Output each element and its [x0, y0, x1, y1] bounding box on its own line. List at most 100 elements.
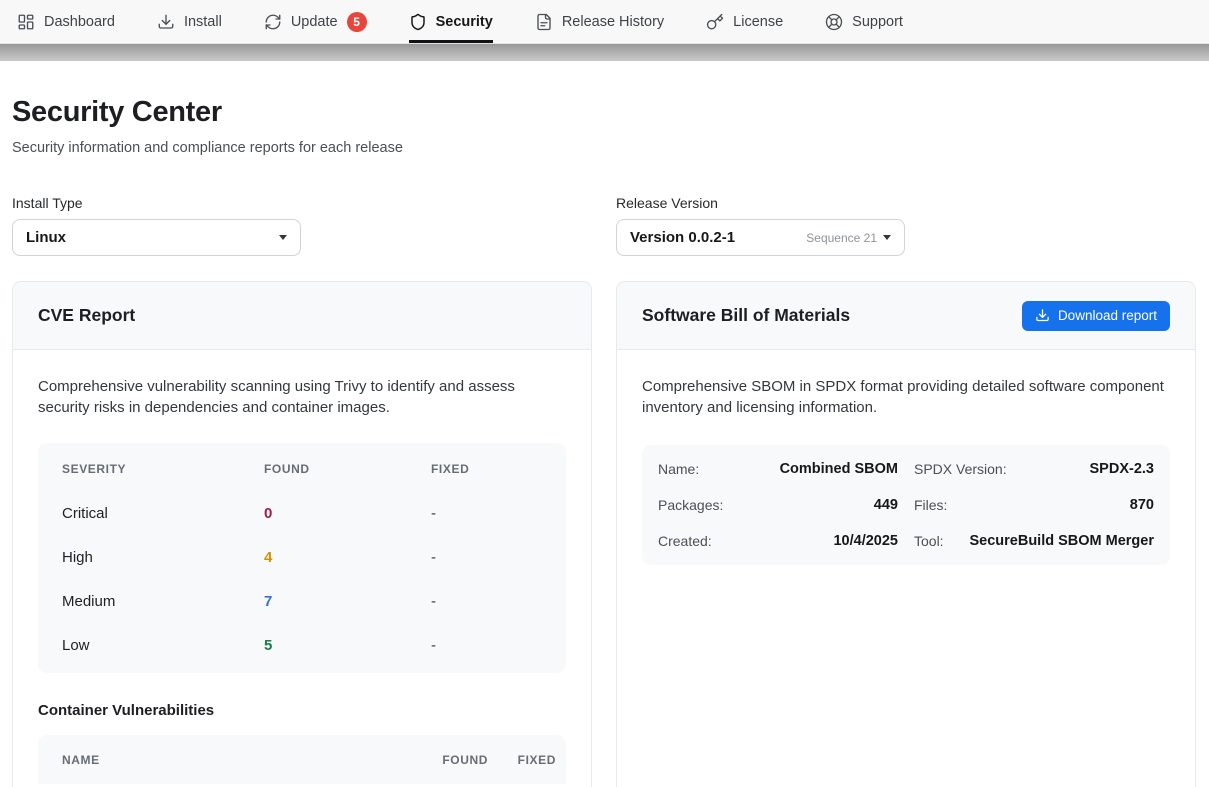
- sbom-spdx-version-label: SPDX Version:: [914, 461, 1007, 477]
- sbom-created-value: 10/4/2025: [833, 533, 898, 549]
- page-subtitle: Security information and compliance repo…: [12, 140, 1196, 156]
- header-divider-band: [0, 44, 1209, 61]
- sbom-card: Software Bill of Materials Download repo…: [616, 281, 1196, 787]
- sbom-tool-value: SecureBuild SBOM Merger: [969, 533, 1154, 549]
- severity-table: SEVERITY FOUND FIXED Critical 0 - High 4…: [38, 443, 566, 673]
- found-count: 5: [264, 637, 431, 654]
- release-version-filter: Release Version Version 0.0.2-1 Sequence…: [616, 195, 1196, 256]
- chevron-down-icon: [279, 235, 287, 240]
- found-count: 0: [264, 505, 431, 522]
- tab-dashboard[interactable]: Dashboard: [17, 0, 115, 43]
- tab-release-history-label: Release History: [562, 14, 664, 30]
- tab-update[interactable]: Update 5: [264, 0, 367, 43]
- tab-release-history[interactable]: Release History: [535, 0, 664, 43]
- install-type-select[interactable]: Linux: [12, 219, 301, 256]
- tab-license-label: License: [733, 14, 783, 30]
- tab-security[interactable]: Security: [409, 0, 493, 43]
- sbom-row: Packages: 449 Files: 870: [658, 487, 1154, 523]
- download-icon: [1035, 308, 1050, 323]
- sbom-tool-field: Tool: SecureBuild SBOM Merger: [914, 523, 1154, 559]
- tab-update-label: Update: [291, 14, 338, 30]
- tab-license[interactable]: License: [706, 0, 783, 43]
- table-row-critical: Critical 0 -: [38, 491, 566, 535]
- support-lifebuoy-icon: [825, 13, 843, 31]
- sbom-spdx-version-field: SPDX Version: SPDX-2.3: [914, 451, 1154, 487]
- sbom-files-label: Files:: [914, 497, 947, 513]
- update-count-badge: 5: [347, 12, 367, 32]
- tab-install-label: Install: [184, 14, 222, 30]
- fixed-col-header: FIXED: [431, 462, 542, 476]
- sbom-name-value: Combined SBOM: [780, 461, 898, 477]
- cve-report-card: CVE Report Comprehensive vulnerability s…: [12, 281, 592, 787]
- sbom-body: Comprehensive SBOM in SPDX format provid…: [617, 350, 1195, 591]
- sbom-packages-field: Packages: 449: [658, 487, 898, 523]
- main-content: Security Center Security information and…: [0, 96, 1209, 787]
- sbom-files-field: Files: 870: [914, 487, 1154, 523]
- sbom-title: Software Bill of Materials: [642, 305, 850, 326]
- cve-report-description: Comprehensive vulnerability scanning usi…: [38, 376, 566, 418]
- sbom-packages-value: 449: [874, 497, 898, 513]
- release-version-select[interactable]: Version 0.0.2-1 Sequence 21: [616, 219, 905, 256]
- update-icon: [264, 13, 282, 31]
- chevron-down-icon: [883, 235, 891, 240]
- found-count: 4: [264, 549, 431, 566]
- top-navigation: Dashboard Install Update 5 Security Rele…: [0, 0, 1209, 44]
- release-history-icon: [535, 13, 553, 31]
- tab-dashboard-label: Dashboard: [44, 14, 115, 30]
- cve-report-title: CVE Report: [38, 305, 135, 326]
- table-row-low: Low 5 -: [38, 623, 566, 667]
- sbom-description: Comprehensive SBOM in SPDX format provid…: [642, 376, 1170, 418]
- sbom-name-label: Name:: [658, 461, 699, 477]
- tab-support[interactable]: Support: [825, 0, 903, 43]
- sbom-packages-label: Packages:: [658, 497, 723, 513]
- fixed-col-header: FIXED: [488, 753, 556, 767]
- fixed-count: -: [431, 549, 542, 566]
- found-col-header: FOUND: [264, 462, 431, 476]
- sbom-name-field: Name: Combined SBOM: [658, 451, 898, 487]
- tab-security-label: Security: [436, 14, 493, 30]
- container-vulnerabilities-title: Container Vulnerabilities: [38, 702, 566, 719]
- release-version-label: Release Version: [616, 195, 1196, 211]
- download-report-button[interactable]: Download report: [1022, 301, 1170, 331]
- severity-name: Medium: [62, 593, 264, 610]
- sbom-header: Software Bill of Materials Download repo…: [617, 282, 1195, 350]
- install-type-filter: Install Type Linux: [12, 195, 592, 256]
- sbom-created-field: Created: 10/4/2025: [658, 523, 898, 559]
- fixed-count: -: [431, 505, 542, 522]
- container-vulnerabilities-header: NAME FOUND FIXED: [38, 735, 566, 784]
- severity-name: Critical: [62, 505, 264, 522]
- release-version-value: Version 0.0.2-1: [630, 229, 735, 246]
- found-col-header: FOUND: [414, 753, 488, 767]
- name-col-header: NAME: [62, 753, 414, 767]
- fixed-count: -: [431, 593, 542, 610]
- cve-report-header: CVE Report: [13, 282, 591, 350]
- severity-name: Low: [62, 637, 264, 654]
- download-report-label: Download report: [1058, 308, 1157, 323]
- severity-table-header: SEVERITY FOUND FIXED: [38, 443, 566, 491]
- table-row-medium: Medium 7 -: [38, 579, 566, 623]
- report-cards-row: CVE Report Comprehensive vulnerability s…: [12, 281, 1196, 787]
- sbom-row: Name: Combined SBOM SPDX Version: SPDX-2…: [658, 451, 1154, 487]
- sbom-spdx-version-value: SPDX-2.3: [1090, 461, 1154, 477]
- fixed-count: -: [431, 637, 542, 654]
- page-title: Security Center: [12, 96, 1196, 129]
- release-sequence-label: Sequence 21: [806, 231, 877, 245]
- tab-support-label: Support: [852, 14, 903, 30]
- sbom-row: Created: 10/4/2025 Tool: SecureBuild SBO…: [658, 523, 1154, 559]
- sbom-created-label: Created:: [658, 533, 712, 549]
- sbom-tool-label: Tool:: [914, 533, 944, 549]
- table-row-high: High 4 -: [38, 535, 566, 579]
- sbom-details-panel: Name: Combined SBOM SPDX Version: SPDX-2…: [642, 445, 1170, 565]
- license-key-icon: [706, 13, 724, 31]
- sbom-files-value: 870: [1130, 497, 1154, 513]
- cve-report-body: Comprehensive vulnerability scanning usi…: [13, 350, 591, 787]
- filters-row: Install Type Linux Release Version Versi…: [12, 195, 1196, 256]
- dashboard-icon: [17, 13, 35, 31]
- install-type-value: Linux: [26, 229, 66, 246]
- install-icon: [157, 13, 175, 31]
- severity-col-header: SEVERITY: [62, 462, 264, 476]
- install-type-label: Install Type: [12, 195, 592, 211]
- tab-install[interactable]: Install: [157, 0, 222, 43]
- found-count: 7: [264, 593, 431, 610]
- security-shield-icon: [409, 13, 427, 31]
